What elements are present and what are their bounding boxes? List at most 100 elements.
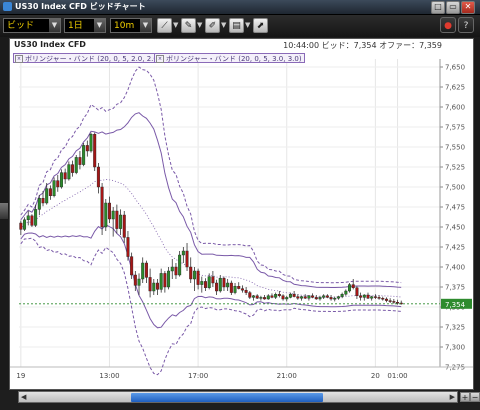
close-button[interactable]: ✕	[461, 1, 475, 14]
y-tick-label: 7,525	[445, 164, 465, 172]
chart-panel[interactable]: 7,650 7,625 7,600 7,575 7,550 7,525 7,500 7,475…	[9, 38, 474, 390]
chevron-down-icon[interactable]: ▼	[245, 20, 252, 31]
chart-icon[interactable]: ⬈	[253, 18, 268, 33]
close-icon[interactable]: ×	[156, 55, 164, 63]
candle-body	[233, 285, 237, 293]
chart-header: US30 Index CFD 10:44:00 ビッド：7,354 オファー：7…	[10, 39, 473, 52]
x-tick-label: 21:00	[277, 372, 297, 380]
candle-body	[303, 296, 307, 299]
bollinger-lower-2sd	[20, 224, 402, 329]
y-tick-label: 7,375	[445, 284, 465, 292]
candle-body	[307, 295, 311, 299]
y-tick-label: 7,450	[445, 224, 465, 232]
candle-body	[19, 222, 23, 230]
chevron-down-icon[interactable]: ▼	[197, 20, 204, 31]
period-value: 1日	[68, 21, 83, 31]
candle-body	[196, 270, 200, 285]
price-side-value: ビッド	[7, 21, 35, 31]
candle-body	[318, 297, 322, 300]
candle-body	[78, 157, 82, 165]
candlestick-chart[interactable]: 7,650 7,625 7,600 7,575 7,550 7,525 7,500 7,475…	[10, 39, 473, 389]
bollinger-upper-2sd	[20, 112, 402, 288]
candle-body	[59, 172, 63, 188]
candle-body	[111, 210, 115, 220]
help-icon[interactable]: ?	[458, 17, 474, 33]
candle-body	[41, 197, 45, 204]
candle-body	[396, 302, 400, 304]
candle-body	[211, 276, 215, 284]
chevron-down-icon[interactable]: ▼	[221, 20, 228, 31]
last-price-label: 7,354	[445, 301, 466, 309]
candle-body	[89, 133, 93, 152]
scroll-left-icon[interactable]: ◀	[21, 392, 26, 402]
title-bar: US30 Index CFD ビッドチャート □ ▭ ✕	[0, 0, 480, 15]
candle-body	[226, 282, 230, 288]
candle-body	[74, 157, 78, 173]
candle-body	[174, 266, 178, 276]
candle-body	[119, 214, 123, 229]
scroll-thumb[interactable]	[131, 393, 323, 402]
chevron-down-icon: ▼	[94, 19, 105, 32]
candle-body	[359, 295, 363, 298]
bollinger-middle	[20, 178, 402, 298]
pen-tool-icon[interactable]: ✐	[205, 18, 220, 33]
candle-body	[85, 145, 89, 152]
candle-body	[30, 215, 34, 226]
y-tick-label: 7,400	[445, 264, 465, 272]
candle-body	[255, 295, 259, 299]
candle-body	[237, 285, 241, 289]
candle-body	[344, 290, 348, 295]
candle-body	[67, 164, 71, 180]
alert-icon[interactable]: ●	[440, 17, 456, 33]
indicator-label-1[interactable]: × ボリンジャー・バンド (20, 0, 5, 2.0, 2.0)	[13, 53, 164, 63]
candle-body	[240, 288, 244, 291]
chart-symbol: US30 Index CFD	[14, 40, 86, 49]
candle-body	[130, 256, 134, 276]
candle-body	[244, 289, 248, 293]
panel-collapse-handle[interactable]	[0, 203, 8, 219]
indicator-label-2[interactable]: × ボリンジャー・バンド (20, 0, 5, 3.0, 3.0)	[154, 53, 305, 63]
horizontal-scrollbar[interactable]: ◀ ▶	[18, 391, 458, 403]
line-tool-icon[interactable]: ⟋	[157, 18, 172, 33]
interval-select[interactable]: 10m ▼	[110, 18, 152, 33]
app-icon	[3, 2, 12, 11]
candle-body	[351, 284, 355, 289]
candle-body	[274, 293, 278, 298]
candle-body	[388, 300, 392, 302]
y-tick-label: 7,475	[445, 204, 465, 212]
candle-body	[381, 298, 385, 300]
candle-body	[181, 250, 185, 256]
candle-body	[178, 254, 182, 276]
period-select[interactable]: 1日 ▼	[64, 18, 106, 33]
price-side-select[interactable]: ビッド ▼	[3, 18, 61, 33]
y-tick-label: 7,600	[445, 104, 465, 112]
maximize-button[interactable]: □	[431, 1, 445, 14]
pin-tool-icon[interactable]: ✎	[181, 18, 196, 33]
candle-body	[107, 202, 111, 220]
candle-body	[300, 296, 304, 299]
quote-readout: 10:44:00 ビッド：7,354 オファー：7,359	[283, 41, 442, 50]
candle-body	[277, 293, 281, 296]
candle-body	[348, 284, 352, 292]
candle-body	[314, 297, 318, 300]
chevron-down-icon[interactable]: ▼	[173, 20, 180, 31]
y-tick-label: 7,625	[445, 84, 465, 92]
zoom-in-icon[interactable]: +	[460, 392, 470, 402]
scroll-right-icon[interactable]: ▶	[450, 392, 455, 402]
candle-body	[285, 297, 289, 300]
candle-body	[155, 282, 159, 290]
minimize-button[interactable]: ▭	[446, 1, 460, 14]
candle-body	[104, 202, 108, 228]
candle-body	[215, 282, 219, 292]
candle-body	[218, 277, 222, 292]
candle-body	[340, 293, 344, 297]
y-tick-label: 7,425	[445, 244, 465, 252]
close-icon[interactable]: ×	[15, 55, 23, 63]
zoom-out-icon[interactable]: −	[470, 392, 480, 402]
candle-body	[322, 295, 326, 298]
x-tick-label: 17:00	[188, 372, 208, 380]
candle-body	[204, 281, 207, 288]
candle-body	[370, 296, 374, 299]
save-icon[interactable]: ▤	[229, 18, 244, 33]
candle-body	[126, 237, 130, 257]
